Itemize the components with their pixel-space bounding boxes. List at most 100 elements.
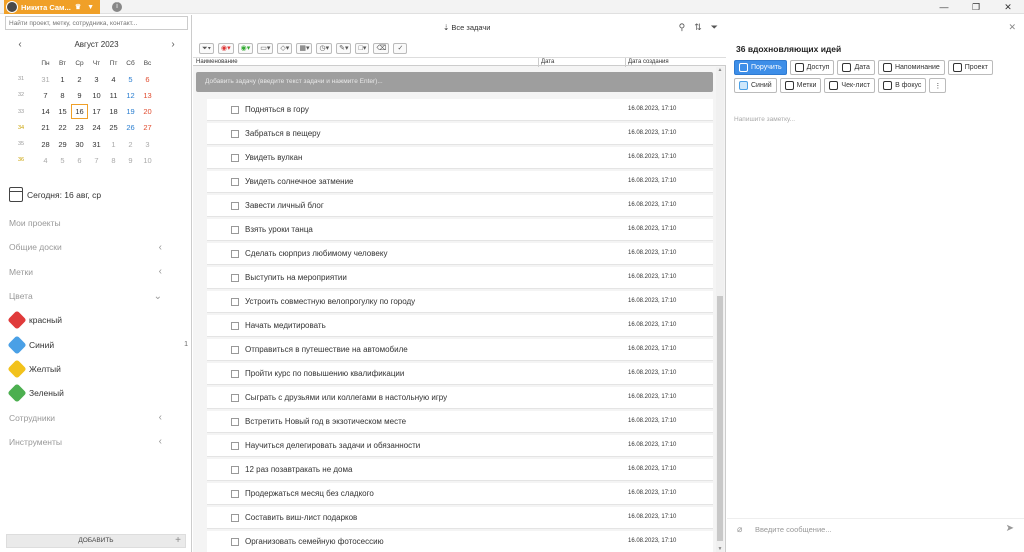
chevron-icon[interactable]: ⌄ [154,291,162,302]
calendar-day[interactable]: 15 [54,107,71,116]
calendar-day[interactable]: 3 [88,75,105,84]
task-checkbox[interactable] [231,322,239,330]
calendar-day[interactable]: 8 [54,91,71,100]
today-button[interactable]: Сегодня: 16 авг, ср [9,187,101,202]
close-icon[interactable]: ✕ [1008,22,1016,33]
calendar-day[interactable]: 23 [71,123,88,132]
user-menu-button[interactable]: Никита Сам... ♛ ▼ [4,0,100,14]
chevron-icon[interactable]: ‹ [159,266,162,277]
task-row[interactable]: Увидеть солнечное затмение 16.08.2023, 17… [207,171,713,193]
sidebar-item[interactable]: Цвета ⌄ [0,284,192,308]
calendar-day[interactable]: 21 [37,123,54,132]
calendar-day[interactable]: 9 [122,156,139,165]
calendar-day[interactable]: 6 [139,75,156,84]
calendar-day[interactable]: 31 [37,75,54,84]
clock-icon[interactable]: ◷▾ [316,43,333,54]
calendar-day[interactable]: 8 [105,156,122,165]
filter-dropdown-icon[interactable]: ⏷▾ [199,43,215,54]
trash-icon[interactable]: ⌫ [373,43,390,54]
sidebar-item[interactable]: Сотрудники ‹ [0,405,192,429]
sidebar-item[interactable]: Зеленый [0,381,192,405]
calendar-day[interactable]: 20 [139,107,156,116]
note-field[interactable]: Напишите заметку... [734,116,795,123]
sidebar-item[interactable]: красный [0,308,192,332]
calendar-day[interactable]: 2 [71,75,88,84]
assignee-filter-icon[interactable]: ◉▾ [218,43,234,54]
task-checkbox[interactable] [231,538,239,546]
folder-icon[interactable]: ▭▾ [257,43,274,54]
task-row[interactable]: Увидеть вулкан 16.08.2023, 17:10 [207,147,713,169]
minimize-button[interactable]: — [928,0,960,14]
task-row[interactable]: Сделать сюрприз любимому человеку 16.08.2… [207,243,713,265]
project-icon[interactable]: ▦▾ [296,43,313,54]
calendar-day[interactable]: 5 [122,75,139,84]
calendar-day[interactable]: 19 [122,107,139,116]
task-checkbox[interactable] [231,490,239,498]
calendar-day[interactable]: 17 [88,107,105,116]
calendar-day[interactable]: 1 [54,75,71,84]
detail-title[interactable]: 36 вдохновляющих идей [736,44,841,54]
task-row[interactable]: Подняться в гору 16.08.2023, 17:10 [207,99,713,121]
search-icon[interactable]: ⚲ [679,22,686,33]
calendar-day[interactable]: 7 [37,91,54,100]
calendar-day[interactable]: 27 [139,123,156,132]
focus-button[interactable]: В фокус [878,78,927,93]
add-task-input[interactable]: Добавить задачу (введите текст задачи и … [196,72,713,92]
task-checkbox[interactable] [231,226,239,234]
calendar-day[interactable]: 2 [122,140,139,149]
task-row[interactable]: Научиться делегировать задачи и обязанно… [207,435,713,457]
column-date[interactable]: Дата [541,59,554,65]
task-row[interactable]: Отправиться в путешествие на автомобиле 1… [207,339,713,361]
search-input[interactable] [5,16,188,30]
filter-icon[interactable]: ⏷ [711,22,718,33]
access-button[interactable]: Доступ [789,60,835,75]
task-checkbox[interactable] [231,370,239,378]
close-window-button[interactable]: ✕ [992,0,1024,14]
calendar-day[interactable]: 28 [37,140,54,149]
calendar-day[interactable]: 30 [71,140,88,149]
more-button[interactable]: ⋮ [929,78,947,93]
calendar-day[interactable]: 29 [54,140,71,149]
sidebar-item[interactable]: Синий 1 [0,332,192,356]
calendar-day[interactable]: 3 [139,140,156,149]
scrollbar[interactable]: ▲ ▼ [716,67,724,552]
task-checkbox[interactable] [231,154,239,162]
scroll-thumb[interactable] [717,296,723,541]
calendar-day[interactable]: 13 [139,91,156,100]
calendar-day[interactable]: 26 [122,123,139,132]
calendar-day[interactable]: 11 [105,91,122,100]
sidebar-item[interactable]: Мои проекты [0,211,192,235]
attach-icon[interactable]: ⌀ [737,524,742,535]
task-row[interactable]: Составить виш-лист подарков 16.08.2023, 1… [207,507,713,529]
calendar-day[interactable]: 5 [54,156,71,165]
task-checkbox[interactable] [231,442,239,450]
calendar-day[interactable]: 9 [71,91,88,100]
task-row[interactable]: Начать медитировать 16.08.2023, 17:10 [207,315,713,337]
sidebar-item[interactable]: Метки ‹ [0,260,192,284]
task-checkbox[interactable] [231,274,239,282]
task-checkbox[interactable] [231,202,239,210]
task-checkbox[interactable] [231,130,239,138]
chevron-icon[interactable]: ‹ [159,436,162,447]
calendar-day[interactable]: 24 [88,123,105,132]
task-checkbox[interactable] [231,466,239,474]
color-button[interactable]: Синий [734,78,777,93]
checklist-button[interactable]: Чек-лист [824,78,876,93]
task-checkbox[interactable] [231,514,239,522]
maximize-button[interactable]: ❐ [960,0,992,14]
add-button[interactable]: ДОБАВИТЬ + [6,534,186,548]
task-checkbox[interactable] [231,178,239,186]
scroll-down-icon[interactable]: ▼ [716,546,724,552]
column-created[interactable]: Дата создания [628,59,669,65]
task-checkbox[interactable] [231,298,239,306]
list-title[interactable]: ⇣ Все задачи [443,23,490,32]
reminder-button[interactable]: Напоминание [877,60,945,75]
column-name[interactable]: Наименование [196,59,238,65]
calendar-day[interactable]: 4 [37,156,54,165]
task-row[interactable]: Завести личный блог 16.08.2023, 17:10 [207,195,713,217]
task-row[interactable]: 12 раз позавтракать не дома 16.08.2023, 1… [207,459,713,481]
task-checkbox[interactable] [231,394,239,402]
sidebar-item[interactable]: Общие доски ‹ [0,235,192,259]
calendar-day[interactable]: 31 [88,140,105,149]
send-icon[interactable]: ➤ [1006,523,1014,534]
